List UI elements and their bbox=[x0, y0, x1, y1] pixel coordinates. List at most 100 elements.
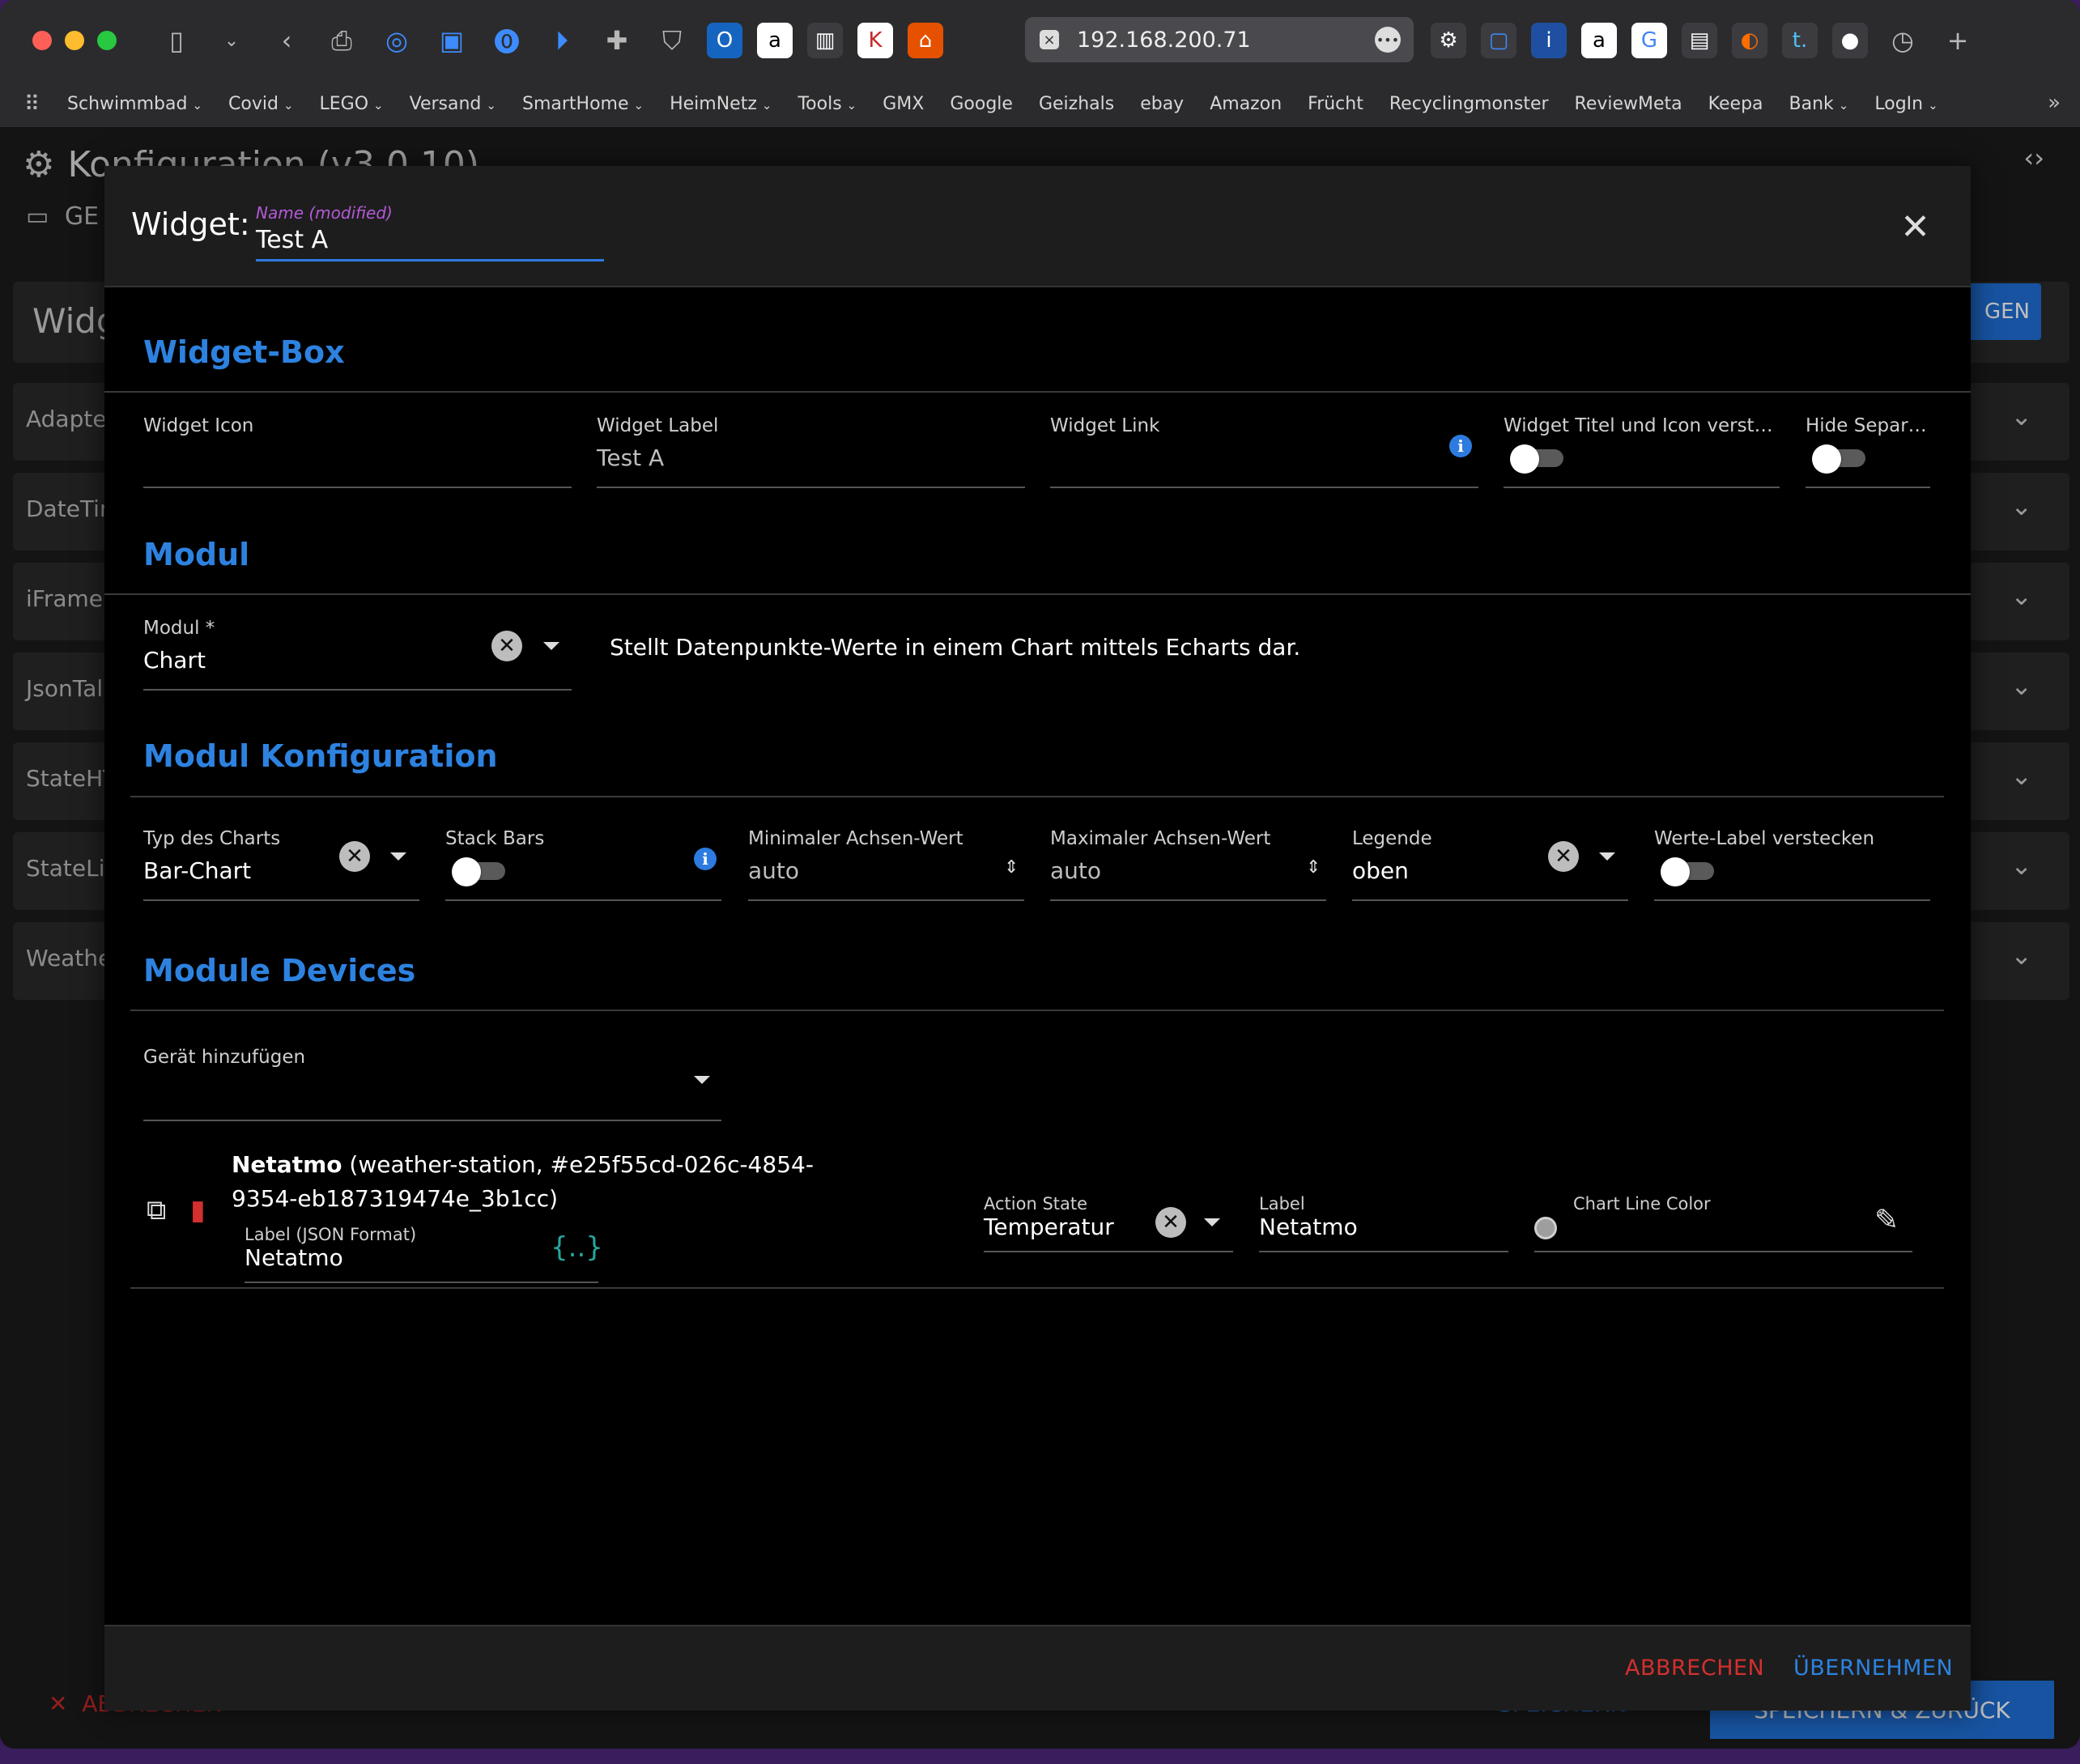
clear-icon[interactable]: ✕ bbox=[1155, 1207, 1186, 1238]
widget-link-label: Widget Link bbox=[1050, 415, 1160, 436]
home-extension-icon[interactable]: ⌂ bbox=[908, 23, 943, 58]
bookmark-item[interactable]: Frücht bbox=[1308, 94, 1363, 114]
forward-play-icon[interactable]: ⏵ bbox=[544, 23, 580, 58]
gear-extension-icon[interactable]: ⚙ bbox=[1431, 23, 1466, 58]
gamepad-icon[interactable]: ✚ bbox=[599, 23, 635, 58]
password-icon[interactable]: ⓿ bbox=[489, 23, 525, 58]
bookmark-item[interactable]: Versand ⌄ bbox=[410, 94, 496, 114]
bookmark-item[interactable]: Google bbox=[950, 94, 1013, 114]
clear-icon[interactable]: ✕ bbox=[1548, 841, 1579, 872]
bookmark-item[interactable]: Geizhals bbox=[1039, 94, 1114, 114]
t-extension-icon[interactable]: t. bbox=[1782, 23, 1818, 58]
chevron-down-icon: ⌄ bbox=[192, 98, 203, 113]
orange-extension-icon[interactable]: ◐ bbox=[1732, 23, 1767, 58]
bookmark-item[interactable]: SmartHome ⌄ bbox=[522, 94, 644, 114]
amazon2-extension-icon[interactable]: a bbox=[1581, 23, 1617, 58]
chart-line-color-input[interactable]: Chart Line Color ✎ bbox=[1534, 1194, 1912, 1252]
hide-title-toggle[interactable] bbox=[1510, 444, 1563, 474]
info-extension-icon[interactable]: i bbox=[1531, 23, 1567, 58]
reader-icon[interactable]: ▤ bbox=[1682, 23, 1717, 58]
info-icon[interactable]: i bbox=[1449, 435, 1472, 457]
apple-extension-icon[interactable]: ● bbox=[1832, 23, 1868, 58]
bookmark-item[interactable]: Keepa bbox=[1708, 94, 1763, 114]
caret-down-icon[interactable] bbox=[1599, 852, 1615, 861]
chart-type-select[interactable]: Typ des Charts Bar-Chart ✕ bbox=[143, 812, 419, 901]
dialog-title-label: Widget: bbox=[131, 206, 250, 242]
outlook-extension-icon[interactable]: O bbox=[707, 23, 742, 58]
bookmark-item[interactable]: LogIn ⌄ bbox=[1874, 94, 1938, 114]
widget-icon-field[interactable]: Widget Icon bbox=[143, 399, 572, 488]
back-icon[interactable]: ‹ bbox=[269, 23, 304, 58]
new-tab-icon[interactable]: + bbox=[1940, 23, 1976, 58]
dialog-cancel-button[interactable]: ABBRECHEN bbox=[1625, 1656, 1764, 1681]
copy-icon[interactable]: ⧉ bbox=[147, 1194, 166, 1226]
min-axis-input[interactable]: Minimaler Achsen-Wert auto ⇕ bbox=[748, 812, 1024, 901]
caret-down-icon[interactable] bbox=[543, 642, 559, 650]
hide-values-toggle[interactable] bbox=[1661, 857, 1714, 886]
widget-name-input[interactable]: Name (modified) Test A bbox=[256, 200, 604, 261]
bookmark-item[interactable]: GMX bbox=[883, 94, 924, 114]
apps-grid-icon[interactable]: ⠿ bbox=[24, 92, 40, 117]
add-device-select[interactable]: Gerät hinzufügen bbox=[143, 1031, 721, 1121]
bookmark-item[interactable]: Tools ⌄ bbox=[798, 94, 857, 114]
device-label-input[interactable]: Label Netatmo bbox=[1259, 1194, 1508, 1252]
widget-link-field[interactable]: Widget Link i bbox=[1050, 399, 1478, 488]
json-label-input[interactable]: Label (JSON Format) Netatmo {..} bbox=[245, 1225, 603, 1283]
dialog-apply-button[interactable]: ÜBERNEHMEN bbox=[1793, 1656, 1953, 1681]
amazon-extension-icon[interactable]: a bbox=[757, 23, 793, 58]
bookmark-item[interactable]: HeimNetz ⌄ bbox=[670, 94, 772, 114]
shield-icon[interactable]: ⛉ bbox=[654, 23, 690, 58]
info-icon[interactable]: i bbox=[694, 848, 717, 870]
stepper-icon[interactable]: ⇕ bbox=[1004, 857, 1019, 878]
bookmark-label: Tools bbox=[798, 94, 842, 114]
google-extension-icon[interactable]: G bbox=[1631, 23, 1667, 58]
max-axis-input[interactable]: Maximaler Achsen-Wert auto ⇕ bbox=[1050, 812, 1326, 901]
delete-icon[interactable]: ▮ bbox=[190, 1194, 206, 1226]
stack-bars-toggle[interactable] bbox=[452, 857, 505, 886]
address-bar[interactable]: × 192.168.200.71 ••• bbox=[1025, 17, 1414, 62]
caret-down-icon[interactable] bbox=[1204, 1218, 1220, 1226]
more-icon[interactable]: ••• bbox=[1375, 27, 1401, 53]
json-braces-icon[interactable]: {..} bbox=[551, 1231, 603, 1264]
bookmark-item[interactable]: Covid ⌄ bbox=[228, 94, 294, 114]
clear-icon[interactable]: ✕ bbox=[339, 841, 370, 872]
widget-label-field[interactable]: Widget Label Test A bbox=[597, 399, 1025, 488]
eyedropper-icon[interactable]: ✎ bbox=[1874, 1204, 1899, 1237]
screen-icon[interactable]: ▣ bbox=[434, 23, 470, 58]
minimize-window-button[interactable] bbox=[65, 31, 84, 50]
hide-separator-toggle[interactable] bbox=[1812, 444, 1865, 474]
chevron-down-icon[interactable]: ⌄ bbox=[214, 23, 249, 58]
window-extension-icon[interactable]: ▢ bbox=[1481, 23, 1516, 58]
bookmarks-overflow-icon[interactable]: » bbox=[2048, 91, 2061, 115]
action-state-select[interactable]: Action State Temperatur ✕ bbox=[984, 1194, 1233, 1252]
caret-down-icon[interactable] bbox=[390, 852, 406, 861]
planet-icon[interactable]: ◎ bbox=[379, 23, 415, 58]
browser-window: ▯ ⌄ ‹ ⎙ ◎ ▣ ⓿ ⏵ ✚ ⛉ O a ▥ K ⌂ × 192.168.… bbox=[0, 0, 2080, 1749]
close-window-button[interactable] bbox=[32, 31, 52, 50]
close-icon[interactable]: ✕ bbox=[1900, 206, 1930, 248]
max-axis-label: Maximaler Achsen-Wert bbox=[1050, 828, 1271, 849]
bookmark-item[interactable]: LEGO ⌄ bbox=[320, 94, 384, 114]
print-icon[interactable]: ⎙ bbox=[324, 23, 359, 58]
bar-extension-icon[interactable]: ▥ bbox=[807, 23, 843, 58]
chart-type-label: Typ des Charts bbox=[143, 828, 281, 849]
legend-select[interactable]: Legende oben ✕ bbox=[1352, 812, 1628, 901]
keepa-extension-icon[interactable]: K bbox=[857, 23, 893, 58]
history-icon[interactable]: ◷ bbox=[1885, 23, 1920, 58]
bookmark-item[interactable]: Amazon bbox=[1210, 94, 1282, 114]
stepper-icon[interactable]: ⇕ bbox=[1306, 857, 1321, 878]
bookmark-item[interactable]: Bank ⌄ bbox=[1789, 94, 1849, 114]
sidebar-icon[interactable]: ▯ bbox=[159, 23, 194, 58]
bookmark-item[interactable]: Schwimmbad ⌄ bbox=[67, 94, 202, 114]
bookmark-item[interactable]: ReviewMeta bbox=[1575, 94, 1682, 114]
action-state-label: Action State bbox=[984, 1194, 1088, 1214]
section-modul: Modul bbox=[143, 537, 250, 572]
caret-down-icon[interactable] bbox=[694, 1076, 710, 1084]
modul-select[interactable]: Modul * Chart ✕ bbox=[143, 601, 572, 691]
bookmark-item[interactable]: ebay bbox=[1140, 94, 1184, 114]
bookmark-item[interactable]: Recyclingmonster bbox=[1389, 94, 1549, 114]
widget-dialog: Widget: Name (modified) Test A ✕ Widget-… bbox=[104, 166, 1971, 1711]
color-swatch[interactable] bbox=[1534, 1217, 1557, 1239]
zoom-window-button[interactable] bbox=[97, 31, 117, 50]
clear-icon[interactable]: ✕ bbox=[491, 631, 522, 661]
